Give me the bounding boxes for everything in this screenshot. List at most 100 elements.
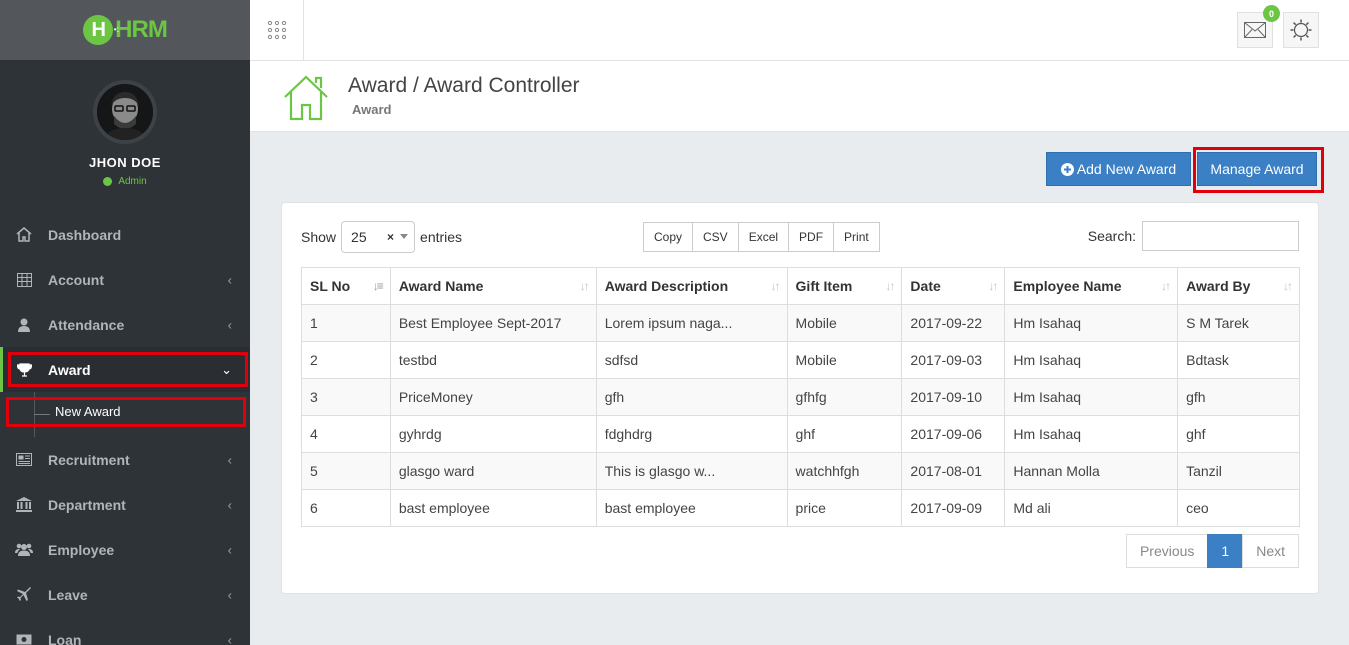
table-cell: fdghdrg — [595, 415, 788, 453]
column-header-award-by[interactable]: Award By ↓↑ — [1177, 267, 1300, 305]
pdf-button[interactable]: PDF — [788, 222, 835, 252]
search-input[interactable] — [1142, 221, 1299, 251]
table-cell: ceo — [1177, 489, 1300, 527]
page-header: Award / Award Controller Award — [250, 61, 1349, 132]
table-cell: 2017-09-10 — [901, 378, 1006, 416]
entries-length-control: Show 25 × entries — [301, 221, 462, 253]
table-cell: Hm Isahaq — [1004, 378, 1179, 416]
user-role-label: Admin — [118, 176, 147, 187]
table-header-row: SL No ↓≡ Award Name ↓↑ Award Description ↓↑… — [301, 267, 1300, 305]
plane-icon — [14, 587, 34, 602]
table-row[interactable]: 1 Best Employee Sept-2017 Lorem ipsum naga… — [301, 304, 1300, 342]
table-search: Search: — [1088, 221, 1299, 251]
messages-button[interactable]: 0 — [1237, 5, 1280, 48]
table-cell: PriceMoney — [389, 378, 597, 416]
sidebar-item-dashboard[interactable]: Dashboard — [0, 212, 250, 257]
chevron-left-icon: ‹ — [227, 317, 232, 332]
chevron-left-icon: ‹ — [227, 497, 232, 512]
awards-table: SL No ↓≡ Award Name ↓↑ Award Description ↓↑… — [301, 267, 1300, 527]
trophy-icon — [14, 362, 34, 377]
table-cell: 2017-09-06 — [901, 415, 1006, 453]
print-button[interactable]: Print — [833, 222, 880, 252]
awards-panel: Show 25 × entries Copy CSV Excel PDF Pri… — [281, 202, 1319, 594]
sort-icon: ↓↑ — [1161, 279, 1171, 293]
add-new-award-button[interactable]: Add New Award — [1046, 152, 1191, 186]
column-header-label: Award Description — [604, 278, 729, 294]
previous-page-button[interactable]: Previous — [1125, 534, 1209, 568]
money-icon — [14, 634, 34, 645]
manage-award-button[interactable]: Manage Award — [1197, 152, 1317, 186]
table-row[interactable]: 3 PriceMoney gfh gfhfg 2017-09-10 Hm Isahaq gf… — [301, 378, 1300, 416]
page-1-button[interactable]: 1 — [1207, 534, 1244, 568]
table-cell: 6 — [301, 489, 391, 527]
chevron-left-icon: ‹ — [227, 272, 232, 287]
table-row[interactable]: 6 bast employee bast employee price 2017-09-… — [301, 489, 1300, 527]
column-header-label: SL No — [310, 278, 351, 294]
settings-button[interactable] — [1283, 12, 1319, 48]
chevron-left-icon: ‹ — [227, 587, 232, 602]
users-icon — [14, 543, 34, 556]
excel-button[interactable]: Excel — [737, 222, 790, 252]
column-header-sl-no[interactable]: SL No ↓≡ — [301, 267, 391, 305]
logo[interactable]: H •: HRM — [83, 15, 168, 45]
copy-button[interactable]: Copy — [643, 222, 694, 252]
column-header-gift-item[interactable]: Gift Item ↓↑ — [786, 267, 903, 305]
csv-button[interactable]: CSV — [692, 222, 739, 252]
table-cell: gfh — [595, 378, 788, 416]
clear-icon[interactable]: × — [387, 230, 394, 244]
column-header-award-description[interactable]: Award Description ↓↑ — [595, 267, 788, 305]
bank-icon — [14, 497, 34, 512]
sidebar-item-account[interactable]: Account ‹ — [0, 257, 250, 302]
newspaper-icon — [14, 453, 34, 466]
table-cell: sdfsd — [595, 341, 788, 379]
table-cell: Tanzil — [1177, 452, 1300, 490]
avatar-image — [97, 84, 153, 140]
table-cell: gyhrdg — [389, 415, 597, 453]
table-cell: 4 — [301, 415, 391, 453]
column-header-label: Gift Item — [795, 278, 853, 294]
sidebar-item-loan[interactable]: Loan ‹ — [0, 617, 250, 645]
column-header-award-name[interactable]: Award Name ↓↑ — [389, 267, 597, 305]
sidebar-item-label: Loan — [48, 631, 82, 645]
sort-icon: ↓↑ — [579, 279, 590, 293]
caret-down-icon — [400, 234, 409, 239]
column-header-label: Award Name — [398, 278, 484, 294]
sidebar-item-label: Leave — [48, 586, 88, 603]
plus-circle-icon — [1060, 162, 1074, 176]
table-cell: Mobile — [786, 341, 903, 379]
sidebar-subitem-new-award[interactable]: New Award — [0, 392, 250, 437]
sort-asc-icon: ↓≡ — [372, 279, 384, 293]
sidebar-subitem-label: New Award — [55, 404, 121, 419]
table-cell: Hm Isahaq — [1004, 415, 1179, 453]
sidebar-item-department[interactable]: Department ‹ — [0, 482, 250, 527]
sidebar-item-employee[interactable]: Employee ‹ — [0, 527, 250, 572]
sidebar-item-leave[interactable]: Leave ‹ — [0, 572, 250, 617]
next-page-button[interactable]: Next — [1242, 534, 1299, 568]
table-cell: ghf — [1177, 415, 1300, 453]
table-cell: 3 — [301, 378, 391, 416]
sidebar-item-label: Attendance — [48, 316, 125, 333]
apps-grid-button[interactable] — [250, 0, 304, 60]
sort-icon: ↓↑ — [988, 279, 998, 293]
table-cell: Hm Isahaq — [1004, 341, 1179, 379]
table-row[interactable]: 5 glasgo ward This is glasgo w... watchhfgh… — [301, 452, 1300, 490]
home-icon — [14, 227, 34, 242]
table-cell: ghf — [786, 415, 903, 453]
table-cell: bast employee — [389, 489, 597, 527]
entries-label: entries — [420, 229, 463, 245]
avatar[interactable] — [93, 80, 157, 144]
sidebar-item-award[interactable]: Award ⌄ — [0, 347, 250, 392]
table-cell: S M Tarek — [1177, 304, 1300, 342]
column-header-employee-name[interactable]: Employee Name ↓↑ — [1004, 267, 1179, 305]
chevron-left-icon: ‹ — [227, 452, 232, 467]
table-row[interactable]: 2 testbd sdfsd Mobile 2017-09-03 Hm Isahaq Bdt… — [301, 341, 1300, 379]
chevron-left-icon: ‹ — [227, 632, 232, 645]
logo-bar: H •: HRM — [0, 0, 250, 60]
sidebar-item-attendance[interactable]: Attendance ‹ — [0, 302, 250, 347]
sidebar-item-recruitment[interactable]: Recruitment ‹ — [0, 437, 250, 482]
column-header-date[interactable]: Date ↓↑ — [901, 267, 1006, 305]
entries-select[interactable]: 25 × — [341, 221, 416, 253]
table-cell: 2017-09-03 — [901, 341, 1006, 379]
show-label: Show — [301, 229, 337, 245]
table-row[interactable]: 4 gyhrdg fdghdrg ghf 2017-09-06 Hm Isahaq ghf — [301, 415, 1300, 453]
